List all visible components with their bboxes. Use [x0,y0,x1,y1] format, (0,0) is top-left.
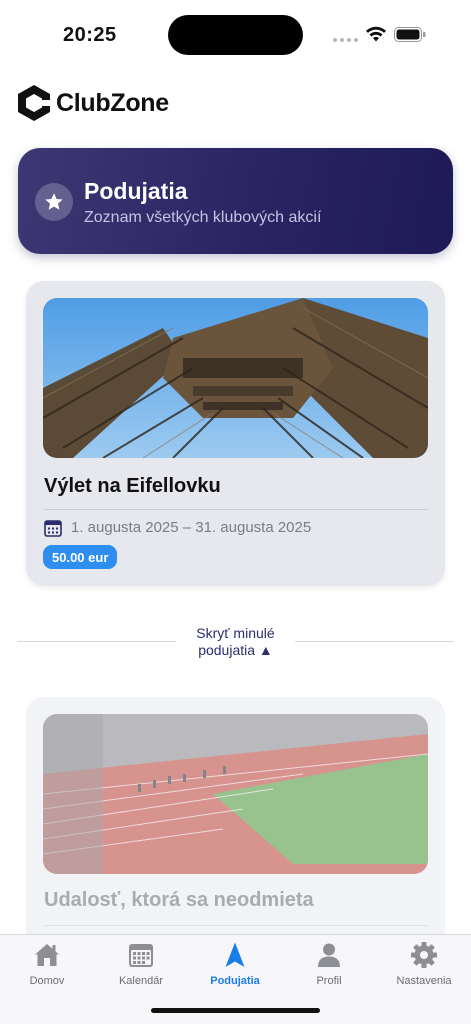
past-event-title: Udalosť, ktorá sa neodmieta [44,889,314,911]
calendar-icon [44,520,62,537]
tab-label: Podujatia [210,975,260,987]
page-subtitle: Zoznam všetkých klubových akcií [84,209,322,226]
tab-label: Profil [316,975,342,987]
divider [17,641,176,642]
divider [295,641,454,642]
past-events-toggle[interactable]: Skryť minulé podujatia ▲ [17,625,454,661]
calendar-icon [129,944,153,967]
event-image [43,298,428,458]
tab-home[interactable]: Domov [0,941,94,995]
tab-label: Kalendár [118,975,164,987]
past-events-toggle-label[interactable]: Skryť minulé podujatia ▲ [177,625,294,659]
navigation-arrow-icon [225,942,245,967]
past-toggle-line1: Skryť minulé [196,625,275,641]
past-event-image [43,714,428,874]
app-logo: ClubZone [16,83,169,123]
tab-settings[interactable]: Nastavenia [377,941,471,995]
event-card[interactable]: Výlet na Eifellovku 1. augusta 2025 – 31… [26,281,445,586]
divider [44,925,428,926]
tab-label: Domov [29,975,65,987]
event-date: 1. augusta 2025 – 31. augusta 2025 [71,519,312,536]
divider [44,509,428,510]
cellular-signal-icon [333,38,358,42]
tab-profile[interactable]: Profil [282,941,376,995]
dynamic-island [168,15,303,55]
past-toggle-line2: podujatia ▲ [198,642,273,658]
wifi-icon [366,26,386,42]
battery-icon [394,27,426,42]
logo-text: ClubZone [56,88,169,117]
gear-icon [411,942,437,968]
page-header-banner: Podujatia Zoznam všetkých klubových akci… [18,148,453,254]
tab-calendar[interactable]: Kalendár [94,941,188,995]
tab-label: Nastavenia [396,975,452,987]
event-title: Výlet na Eifellovku [44,475,221,497]
status-time: 20:25 [63,24,117,46]
status-bar: 20:25 [0,0,471,70]
person-icon [318,943,340,967]
star-icon [35,183,73,221]
tab-events[interactable]: Podujatia [188,941,282,995]
home-icon [35,944,59,966]
price-badge: 50.00 eur [43,545,118,569]
clubzone-logo-icon [18,85,50,121]
home-indicator[interactable] [151,1008,320,1013]
page-title: Podujatia [84,178,188,204]
